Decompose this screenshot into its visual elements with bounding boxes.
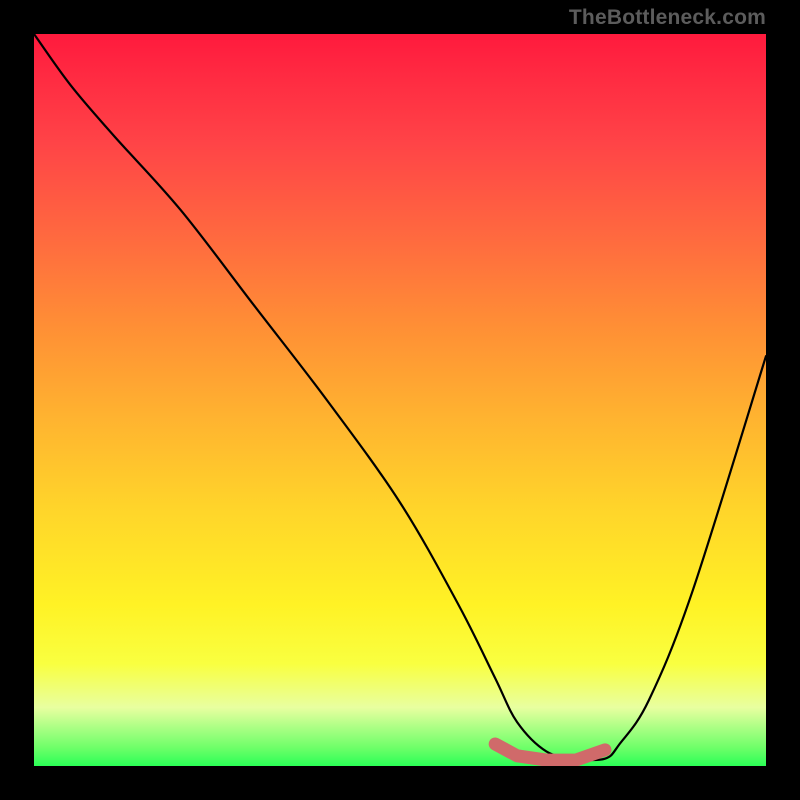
chart-frame (34, 34, 766, 766)
optimal-range-marker (495, 744, 605, 760)
watermark-text: TheBottleneck.com (569, 6, 766, 30)
bottleneck-curve (34, 34, 766, 760)
chart-svg (34, 34, 766, 766)
